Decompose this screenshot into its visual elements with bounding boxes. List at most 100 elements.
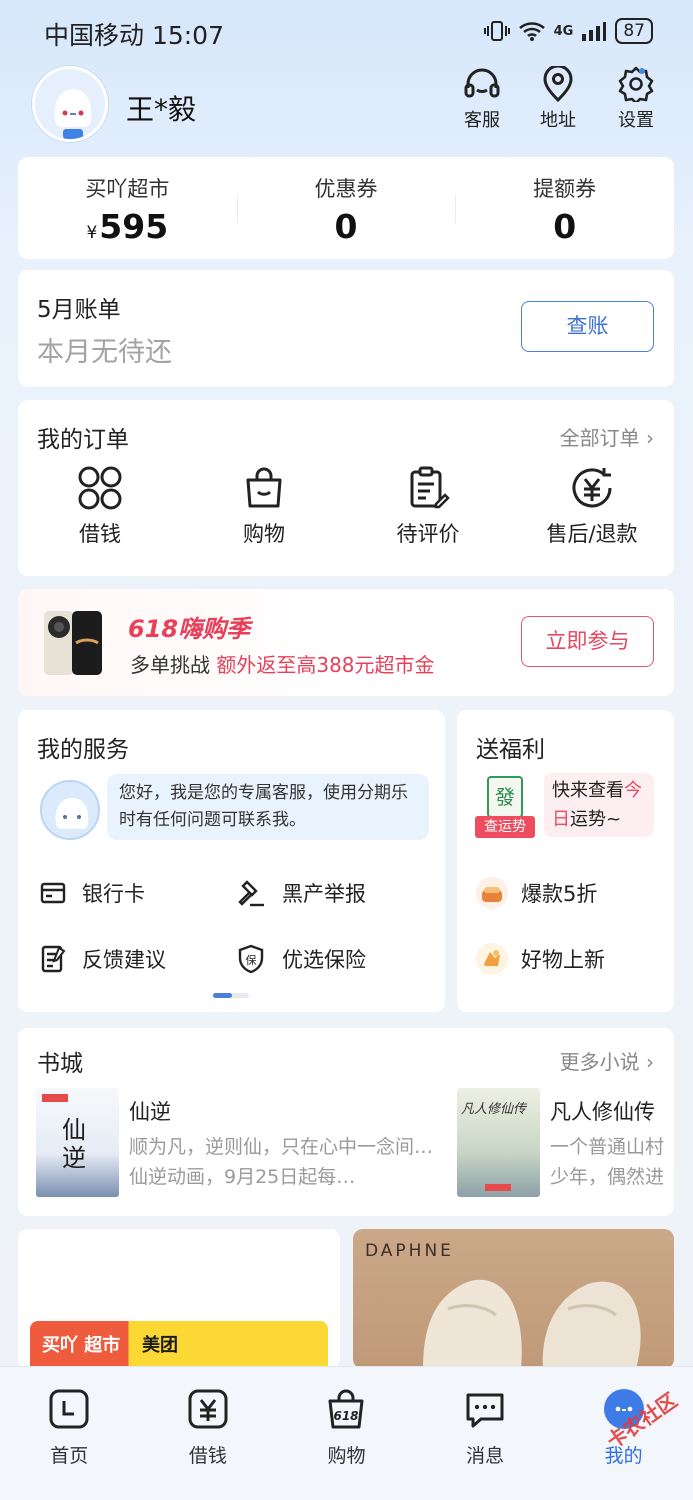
promo-strip: 买吖 超市 美团 xyxy=(30,1321,328,1367)
network-type: 4G xyxy=(553,23,574,39)
fraud-report-label: 黑产举报 xyxy=(282,882,366,906)
gavel-icon xyxy=(238,880,264,907)
bank-card-entry[interactable]: 银行卡 xyxy=(40,878,145,908)
order-to-review[interactable]: 待评价 xyxy=(346,464,510,548)
tab-borrow-label: 借钱 xyxy=(188,1445,227,1467)
promo-banner[interactable]: 618嗨购季 多单挑战 额外返至高388元超市金 立即参与 xyxy=(18,589,674,696)
book-title: 仙逆 xyxy=(129,1100,171,1124)
username[interactable]: 王*毅 xyxy=(126,88,196,128)
home-icon xyxy=(49,1389,89,1429)
feedback-note-icon xyxy=(41,945,66,973)
hot-deal-label: 爆款5折 xyxy=(521,882,598,906)
profile-header: 王*毅 客服 地址 设置 xyxy=(0,62,693,150)
settings-button[interactable]: 设置 xyxy=(606,66,666,132)
location-pin-icon xyxy=(543,66,573,102)
stat-value: 0 xyxy=(334,207,358,246)
customer-service-button[interactable]: 客服 xyxy=(452,66,512,132)
meituan-promo-tile[interactable]: 买吖 超市 美团 xyxy=(18,1229,340,1369)
book-cover: 凡人修仙传 xyxy=(457,1088,540,1197)
all-orders-link[interactable]: 全部订单 › xyxy=(560,422,654,451)
fortune-card[interactable]: 發 查运势 xyxy=(475,774,535,838)
book-item[interactable]: 凡人修仙传 凡人修仙传 一个普通山村少年，偶然进入到当地江湖… xyxy=(457,1088,674,1197)
check-bill-button[interactable]: 查账 xyxy=(521,301,654,352)
asset-stats-card: 买吖超市 ¥595 优惠券 0 提额券 0 xyxy=(18,157,674,259)
stat-value: 0 xyxy=(553,207,577,246)
publisher-mark xyxy=(485,1184,511,1191)
fortune-promo[interactable]: 快来查看今日运势~ xyxy=(544,773,654,837)
book-item[interactable]: 仙逆 仙逆 顺为凡，逆则仙，只在心中一念间…仙逆动画，9月25日起每… xyxy=(36,1088,446,1197)
order-refund[interactable]: 售后/退款 xyxy=(510,464,674,548)
book-cover-title: 凡人修仙传 xyxy=(461,1102,527,1117)
stat-value: ¥595 xyxy=(18,207,237,246)
services-title: 我的服务 xyxy=(37,737,129,763)
tab-home[interactable]: 首页 xyxy=(0,1367,139,1500)
hot-deal-icon xyxy=(476,877,508,909)
promo-title: 618嗨购季 xyxy=(128,615,251,643)
bookstore-card: 书城 更多小说 › 仙逆 仙逆 顺为凡，逆则仙，只在心中一念间…仙逆动画，9月2… xyxy=(18,1028,674,1216)
feedback-entry[interactable]: 反馈建议 xyxy=(40,944,166,974)
tab-messages[interactable]: 消息 xyxy=(416,1367,555,1500)
welfare-title: 送福利 xyxy=(476,737,545,763)
order-shopping[interactable]: 购物 xyxy=(182,464,346,548)
join-now-button[interactable]: 立即参与 xyxy=(521,616,654,667)
mascot-icon xyxy=(35,69,105,139)
meituan-tag: 美团 xyxy=(142,1335,178,1356)
tab-home-label: 首页 xyxy=(50,1445,89,1467)
fortune-promo-tail: 运势~ xyxy=(570,809,622,830)
address-button[interactable]: 地址 xyxy=(528,66,588,132)
daphne-promo-tile[interactable]: DAPHNE xyxy=(353,1229,674,1369)
orders-title: 我的订单 xyxy=(37,427,129,453)
battery-indicator: 87 xyxy=(615,18,653,44)
promo-subtitle-plain: 多单挑战 xyxy=(130,653,210,677)
bill-status: 本月无待还 xyxy=(37,337,172,368)
svg-text:保: 保 xyxy=(246,953,257,967)
new-goods-icon xyxy=(476,943,508,975)
stat-label: 买吖超市 xyxy=(85,177,170,201)
hot-deal-entry[interactable]: 爆款5折 xyxy=(475,876,597,910)
new-goods-label: 好物上新 xyxy=(521,948,605,972)
vibrate-icon xyxy=(483,21,510,41)
order-review-label: 待评价 xyxy=(396,522,460,546)
service-greeting[interactable]: 您好，我是您的专属客服，使用分期乐时有任何问题可联系我。 xyxy=(107,774,429,840)
tab-messages-label: 消息 xyxy=(466,1445,505,1467)
order-shopping-label: 购物 xyxy=(243,522,285,546)
stat-limit-coupons[interactable]: 提额券 0 xyxy=(455,157,674,259)
order-shortcuts: 借钱 购物 待评价 售后/退款 xyxy=(18,464,674,548)
tab-shopping-label: 购物 xyxy=(327,1445,366,1467)
fortune-card-label: 查运势 xyxy=(475,816,535,838)
fortune-promo-text: 快来查看 xyxy=(552,780,624,801)
page-indicator xyxy=(213,993,249,998)
stat-coupons[interactable]: 优惠券 0 xyxy=(236,157,456,259)
book-title: 凡人修仙传 xyxy=(550,1100,655,1124)
page-indicator-active xyxy=(213,993,232,998)
phone-product-image xyxy=(44,611,102,675)
service-agent-avatar xyxy=(40,780,100,840)
avatar[interactable] xyxy=(32,66,108,142)
new-goods-entry[interactable]: 好物上新 xyxy=(475,942,605,976)
stat-supermarket[interactable]: 买吖超市 ¥595 xyxy=(18,157,237,259)
welfare-card: 送福利 發 查运势 快来查看今日运势~ 爆款5折 好物上新 xyxy=(457,710,674,1012)
feedback-label: 反馈建议 xyxy=(82,948,166,972)
tab-borrow[interactable]: 借钱 xyxy=(139,1367,278,1500)
status-bar: 中国移动 15:07 4G 87 xyxy=(0,0,693,66)
order-borrow[interactable]: 借钱 xyxy=(18,464,182,548)
book-description: 一个普通山村少年，偶然进入到当地江湖… xyxy=(550,1136,665,1188)
tab-shopping[interactable]: 618 购物 xyxy=(277,1367,416,1500)
gear-icon xyxy=(618,66,654,102)
order-borrow-label: 借钱 xyxy=(79,522,121,546)
bank-card-label: 银行卡 xyxy=(82,882,145,906)
bank-card-icon xyxy=(40,882,66,904)
sneaker-image xyxy=(423,1279,641,1369)
status-icons: 4G 87 xyxy=(483,18,653,44)
fraud-report-entry[interactable]: 黑产举报 xyxy=(236,878,366,908)
headset-icon xyxy=(464,68,500,98)
my-services-card: 我的服务 您好，我是您的专属客服，使用分期乐时有任何问题可联系我。 银行卡 黑产… xyxy=(18,710,445,1012)
currency-symbol: ¥ xyxy=(86,223,98,243)
mahjong-tile: 發 xyxy=(487,776,523,818)
chat-bubble-icon xyxy=(466,1393,504,1428)
more-novels-link[interactable]: 更多小说 › xyxy=(560,1046,654,1075)
wifi-icon xyxy=(518,22,545,41)
book-description: 顺为凡，逆则仙，只在心中一念间…仙逆动画，9月25日起每… xyxy=(129,1136,434,1188)
supermarket-tag: 买吖 超市 xyxy=(42,1335,121,1356)
insurance-entry[interactable]: 保 优选保险 xyxy=(236,944,366,974)
